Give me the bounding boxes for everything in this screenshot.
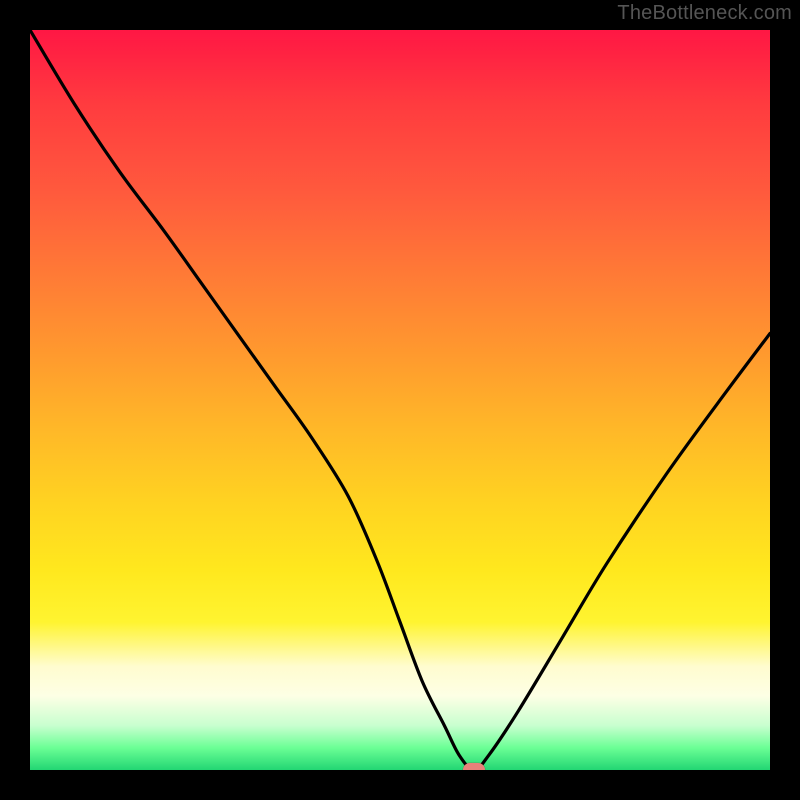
plot-area [30, 30, 770, 770]
chart-frame: TheBottleneck.com [0, 0, 800, 800]
bottleneck-curve-path [30, 30, 770, 770]
watermark-text: TheBottleneck.com [617, 2, 792, 25]
bottleneck-curve [30, 30, 770, 770]
optimal-point-marker [463, 763, 485, 770]
